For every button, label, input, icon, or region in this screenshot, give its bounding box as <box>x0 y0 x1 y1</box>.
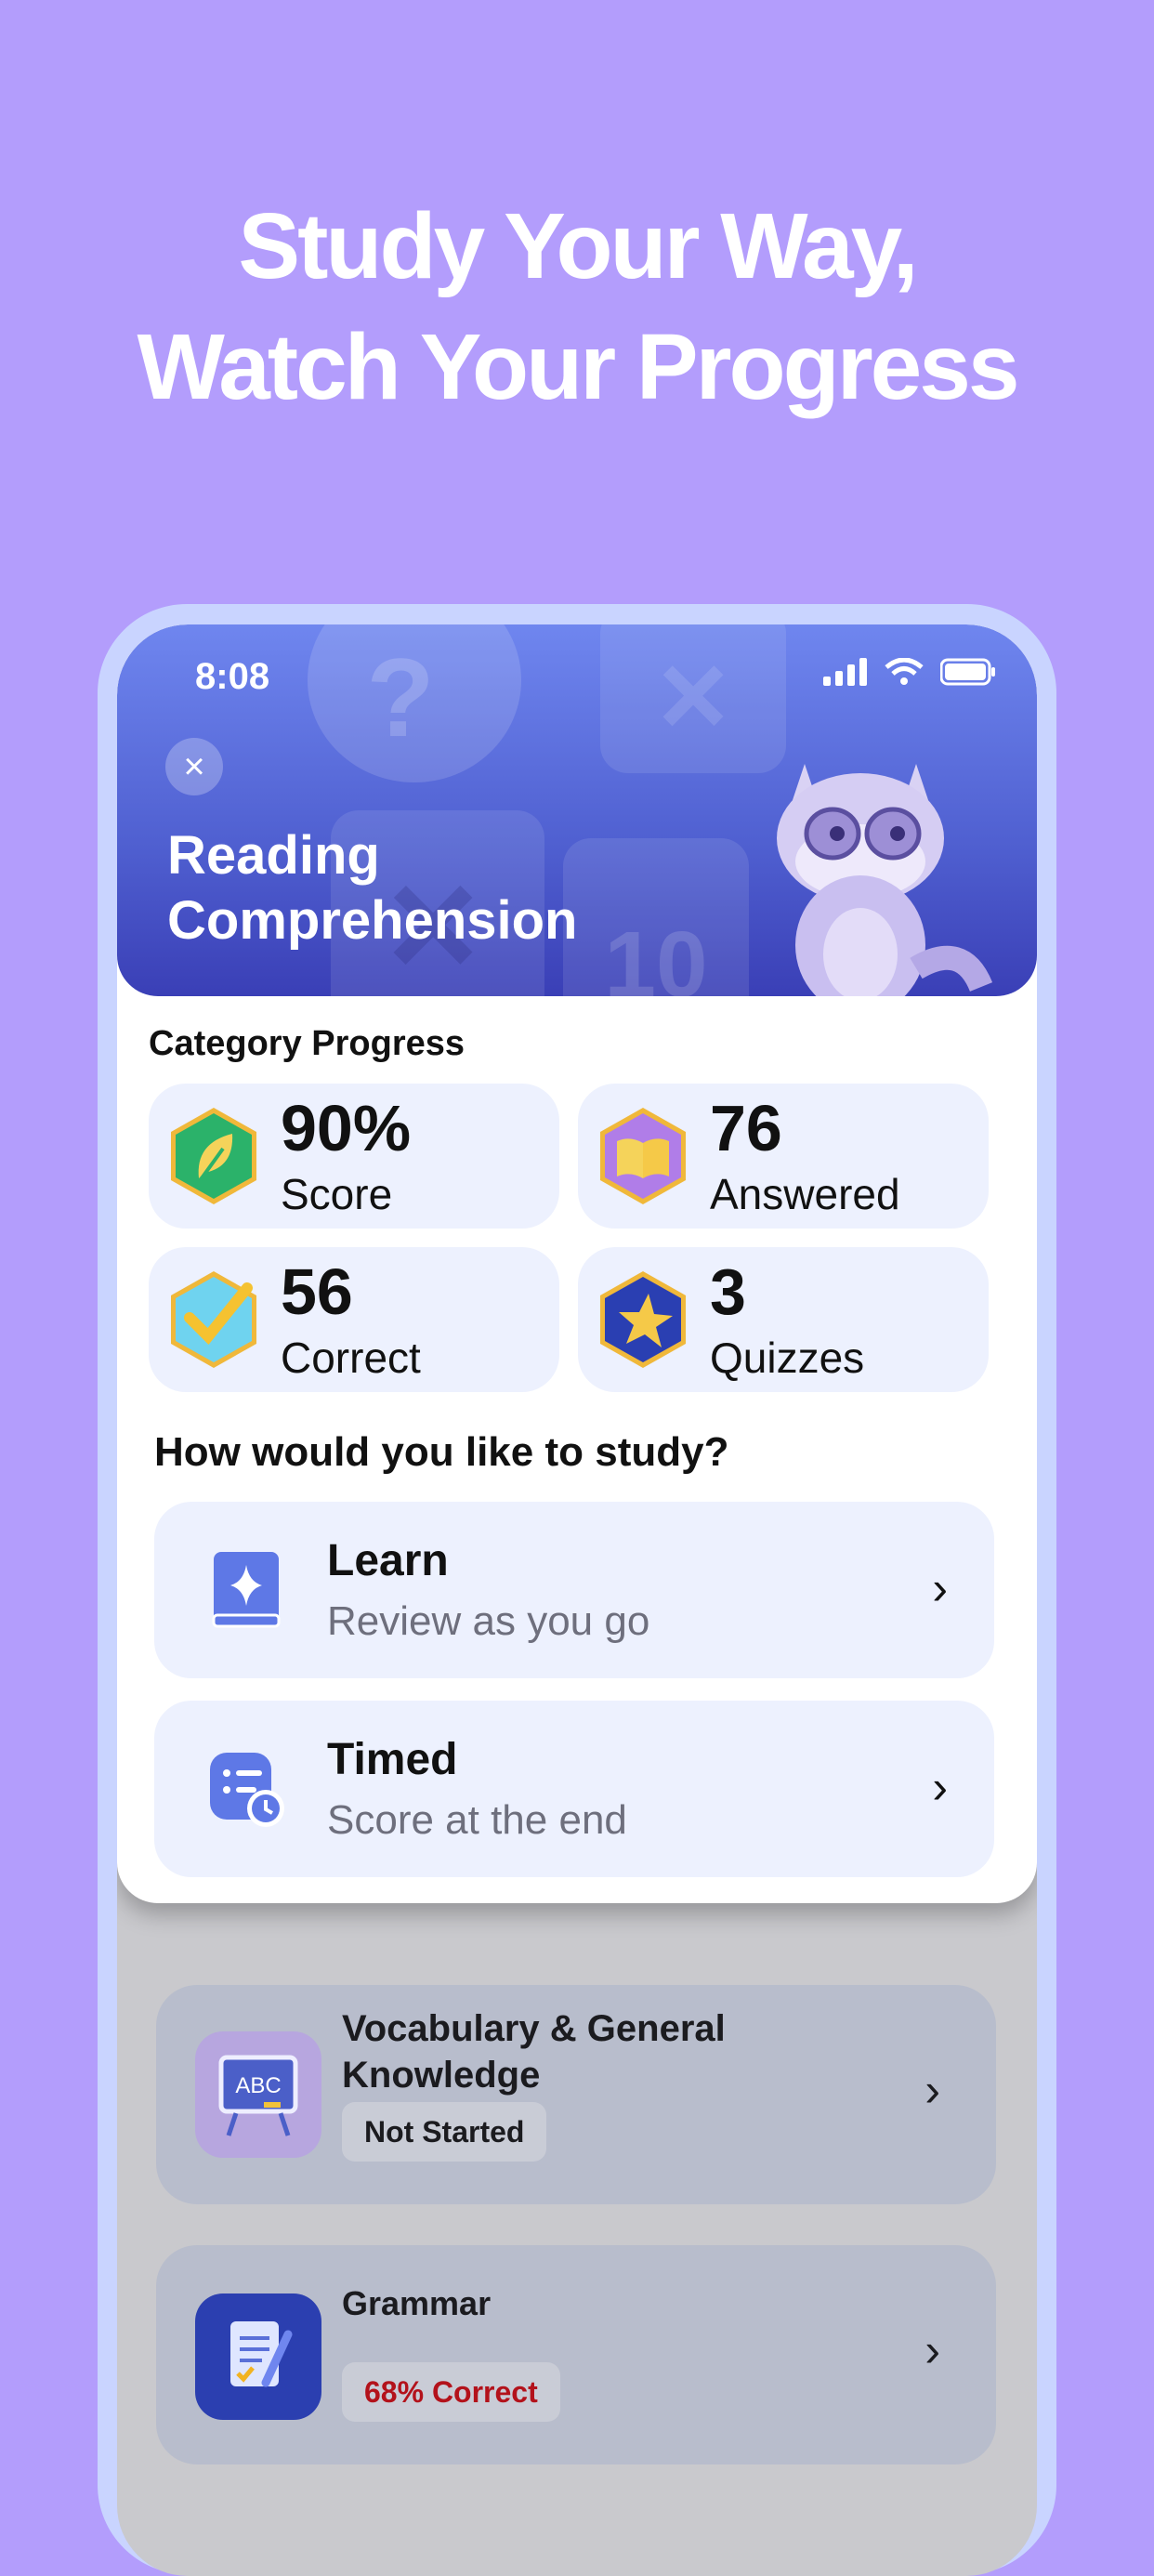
status-badge: Not Started <box>342 2102 547 2162</box>
status-badge: 68% Correct <box>342 2362 560 2422</box>
book-sparkle-icon <box>212 1552 281 1628</box>
list-item-title: Grammar <box>342 2284 492 2322</box>
stat-answered: 76 Answered <box>578 1084 989 1229</box>
leaf-hex-icon <box>171 1108 256 1204</box>
category-sheet: ? × × 10 8:08 × Reading Comprehension Ca… <box>117 624 1037 1903</box>
stat-value: 56 <box>281 1255 353 1328</box>
status-time: 8:08 <box>195 656 270 697</box>
document-pen-icon <box>195 2293 321 2420</box>
app-screen: ABC Vocabulary & General Knowledge Not S… <box>117 624 1037 2576</box>
list-item-grammar[interactable]: Grammar 68% Correct › <box>156 2245 996 2464</box>
timed-mode-button[interactable]: Timed Score at the end › <box>154 1701 994 1877</box>
stat-label: Correct <box>281 1334 421 1382</box>
book-hex-icon <box>600 1108 686 1204</box>
learn-mode-button[interactable]: Learn Review as you go › <box>154 1502 994 1678</box>
svg-text:×: × <box>658 626 728 762</box>
stat-score: 90% Score <box>149 1084 559 1229</box>
chevron-right-icon: › <box>932 1761 948 1813</box>
close-button[interactable]: × <box>165 738 223 795</box>
headline: Study Your Way, Watch Your Progress <box>0 186 1154 427</box>
star-hex-icon <box>600 1271 686 1368</box>
mode-subtitle: Review as you go <box>327 1598 650 1644</box>
stat-label: Answered <box>710 1170 900 1218</box>
stat-value: 3 <box>710 1255 746 1328</box>
list-item-title: Vocabulary & General Knowledge <box>342 2008 726 2096</box>
close-icon: × <box>183 746 205 787</box>
svg-text:ABC: ABC <box>235 2073 281 2098</box>
stat-value: 90% <box>281 1092 412 1164</box>
headline-line-2: Watch Your Progress <box>137 315 1020 419</box>
headline-line-1: Study Your Way, <box>238 194 918 298</box>
stat-value: 76 <box>710 1092 782 1164</box>
chevron-right-icon: › <box>932 1562 948 1614</box>
raccoon-mascot <box>777 764 993 996</box>
mode-subtitle: Score at the end <box>327 1797 627 1843</box>
stat-correct: 56 Correct <box>149 1247 559 1392</box>
category-progress-label: Category Progress <box>149 1024 466 1063</box>
category-header: ? × × 10 8:08 × Reading Comprehension <box>117 624 1037 996</box>
chevron-right-icon: › <box>925 2064 940 2116</box>
study-question: How would you like to study? <box>154 1429 729 1475</box>
svg-text:?: ? <box>366 636 434 760</box>
stat-quizzes: 3 Quizzes <box>578 1247 989 1392</box>
stat-label: Quizzes <box>710 1334 865 1382</box>
status-icons <box>823 658 996 686</box>
list-item-vocabulary[interactable]: ABC Vocabulary & General Knowledge Not S… <box>156 1985 996 2204</box>
list-clock-icon <box>210 1753 284 1827</box>
stat-label: Score <box>281 1170 393 1218</box>
svg-text:10: 10 <box>604 913 707 996</box>
check-hex-icon <box>171 1271 256 1368</box>
page-title: Reading Comprehension <box>167 825 578 951</box>
mode-title: Learn <box>327 1536 449 1585</box>
battery-icon <box>940 658 995 686</box>
abc-board-icon: ABC <box>195 2031 321 2158</box>
signal-icon <box>823 658 867 686</box>
chevron-right-icon: › <box>925 2324 940 2376</box>
wifi-icon <box>885 658 924 685</box>
mode-title: Timed <box>327 1735 458 1784</box>
